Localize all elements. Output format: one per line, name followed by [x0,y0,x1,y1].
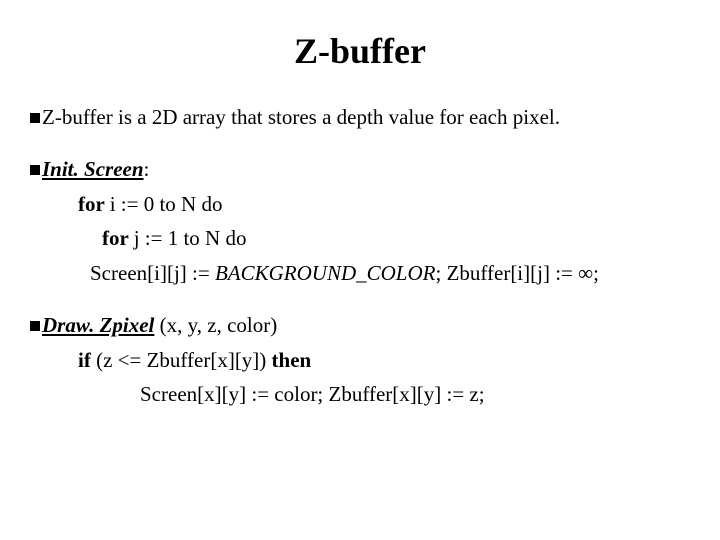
bullet-icon [30,165,40,175]
definition-text: Z-buffer is a 2D array that stores a dep… [42,105,560,129]
if-cond: (z <= Zbuffer[x][y]) [96,348,271,372]
if-keyword: if [78,348,96,372]
initscreen-label: Init. Screen [42,157,144,181]
then-keyword: then [272,348,312,372]
definition-line: Z-buffer is a 2D array that stores a dep… [30,102,690,132]
for-j-line: for j := 1 to N do [30,223,690,253]
for-i-line: for i := 0 to N do [30,189,690,219]
for-j-rest: j := 1 to N do [134,226,247,250]
initscreen-colon: : [144,157,150,181]
body-prefix: Screen[i][j] := [90,261,215,285]
drawzpixel-args: (x, y, z, color) [154,313,277,337]
if-line: if (z <= Zbuffer[x][y]) then [30,345,690,375]
for-i-keyword: for [78,192,110,216]
bullet-icon [30,321,40,331]
drawzpixel-heading: Draw. Zpixel (x, y, z, color) [30,310,690,340]
initscreen-block: Init. Screen: for i := 0 to N do for j :… [30,154,690,288]
initscreen-heading: Init. Screen: [30,154,690,184]
definition-block: Z-buffer is a 2D array that stores a dep… [30,102,690,132]
body-end: ; [593,261,599,285]
infinity-symbol: ∞ [578,261,593,285]
drawzpixel-body: Screen[x][y] := color; Zbuffer[x][y] := … [30,379,690,409]
draw-body-text: Screen[x][y] := color; Zbuffer[x][y] := … [140,382,485,406]
background-color-const: BACKGROUND_COLOR [215,261,436,285]
for-i-rest: i := 0 to N do [110,192,223,216]
for-j-keyword: for [102,226,134,250]
initscreen-body: Screen[i][j] := BACKGROUND_COLOR; Zbuffe… [30,258,690,288]
drawzpixel-label: Draw. Zpixel [42,313,154,337]
drawzpixel-block: Draw. Zpixel (x, y, z, color) if (z <= Z… [30,310,690,409]
bullet-icon [30,113,40,123]
body-mid: ; Zbuffer[i][j] := [435,261,578,285]
slide-title: Z-buffer [30,30,690,72]
